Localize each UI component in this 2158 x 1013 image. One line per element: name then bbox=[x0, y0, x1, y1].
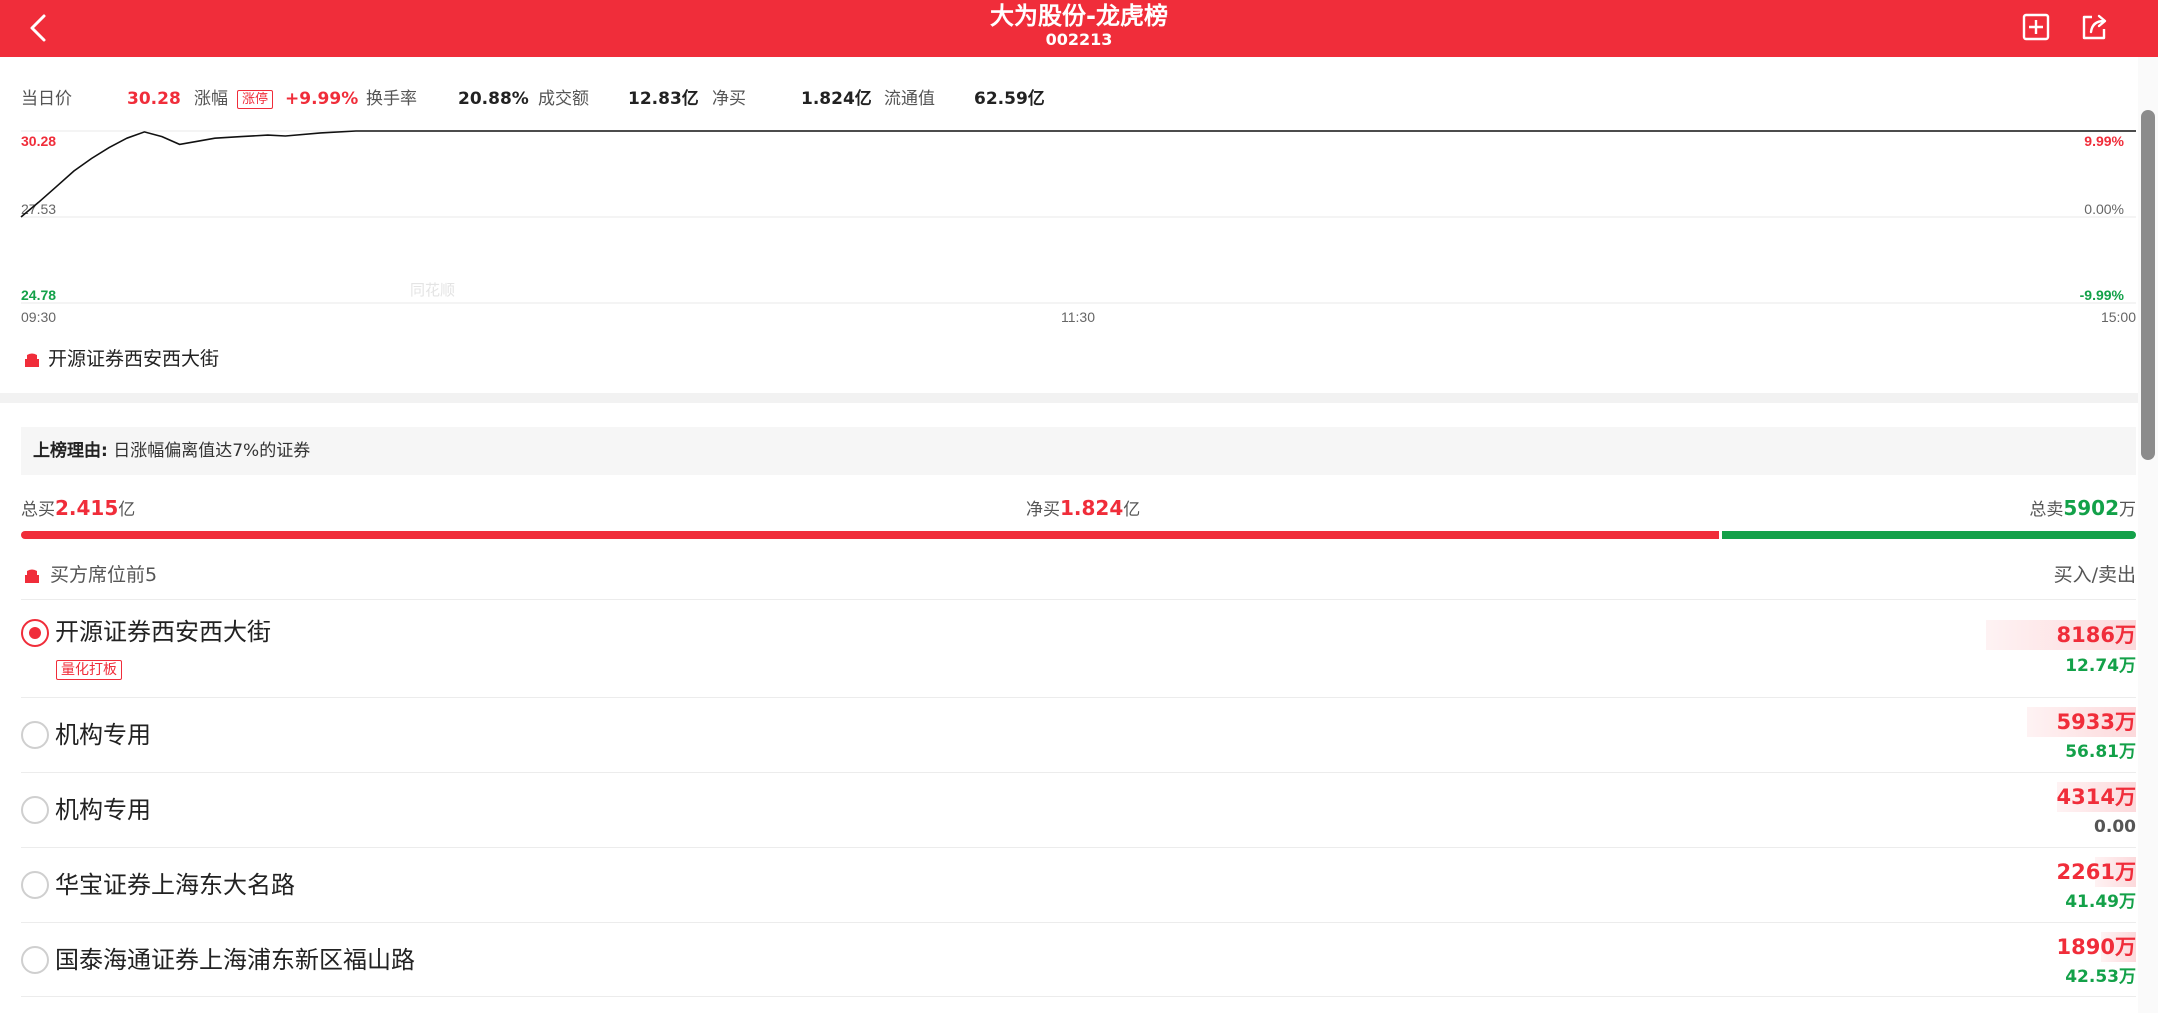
scrollbar-thumb[interactable] bbox=[2141, 110, 2155, 460]
price-line bbox=[20, 130, 2136, 218]
add-button[interactable] bbox=[2019, 10, 2053, 44]
sell-amount: 0.00 bbox=[2094, 817, 2136, 837]
broker-name: 华宝证券上海东大名路 bbox=[55, 871, 295, 899]
sell-amount: 41.49万 bbox=[2065, 892, 2136, 912]
price-label: 当日价 bbox=[21, 89, 72, 109]
total-buy-value: 2.415 bbox=[55, 496, 119, 520]
turnover-value: 20.88% bbox=[458, 89, 529, 109]
buy-amount: 4314万 bbox=[2056, 785, 2136, 809]
chart-watermark: 同花顺 bbox=[410, 282, 455, 299]
total-buy-unit: 亿 bbox=[118, 500, 136, 520]
buy-ratio-fill bbox=[21, 531, 1719, 539]
y-left-top: 30.28 bbox=[21, 133, 56, 149]
stock-code: 002213 bbox=[1045, 30, 1113, 49]
list-item[interactable]: 华宝证券上海东大名路 2261万 41.49万 bbox=[21, 847, 2136, 922]
share-button[interactable] bbox=[2077, 10, 2111, 44]
x-label-end: 15:00 bbox=[2101, 309, 2136, 325]
list-item[interactable]: 开源证券西安西大街 量化打板 8186万 12.74万 bbox=[21, 599, 2136, 697]
seat-icon bbox=[25, 569, 39, 583]
row-radio[interactable] bbox=[21, 721, 49, 749]
x-label-mid: 11:30 bbox=[1061, 309, 1095, 325]
float-cap-value: 62.59亿 bbox=[974, 89, 1045, 109]
buy-amount: 8186万 bbox=[2056, 623, 2136, 647]
page-title: 大为股份-龙虎榜 bbox=[990, 2, 1168, 30]
total-buy-label: 总买 bbox=[21, 500, 55, 520]
y-left-bottom: 24.78 bbox=[21, 287, 56, 303]
turnover-label: 换手率 bbox=[366, 89, 417, 109]
row-radio[interactable] bbox=[21, 619, 49, 647]
row-radio[interactable] bbox=[21, 871, 49, 899]
list-item[interactable]: 国泰海通证券上海浦东新区福山路 1890万 42.53万 bbox=[21, 922, 2136, 997]
net-buy-summary-value: 1.824 bbox=[1060, 496, 1124, 520]
list-item[interactable]: 机构专用 4314万 0.00 bbox=[21, 772, 2136, 847]
total-sell-value: 5902 bbox=[2063, 496, 2119, 520]
broker-tag-badge: 量化打板 bbox=[56, 660, 122, 680]
plus-square-icon bbox=[2022, 13, 2050, 41]
volume-value: 12.83亿 bbox=[628, 89, 699, 109]
change-value: +9.99% bbox=[285, 89, 359, 109]
y-right-bottom: -9.99% bbox=[2080, 287, 2125, 303]
sell-amount: 56.81万 bbox=[2065, 742, 2136, 762]
buy-amount: 2261万 bbox=[2056, 860, 2136, 884]
broker-name: 机构专用 bbox=[55, 721, 151, 749]
price-value: 30.28 bbox=[127, 89, 181, 109]
buy-sell-ratio-bar bbox=[21, 531, 2136, 539]
row-radio[interactable] bbox=[21, 796, 49, 824]
net-buy-value: 1.824亿 bbox=[801, 89, 872, 109]
buyer-list-title: 买方席位前5 bbox=[50, 564, 158, 586]
list-item[interactable]: 机构专用 5933万 56.81万 bbox=[21, 697, 2136, 772]
total-sell-unit: 万 bbox=[2119, 500, 2136, 520]
list-reason: 上榜理由: 日涨幅偏离值达7%的证券 bbox=[21, 427, 2136, 475]
y-right-mid: 0.00% bbox=[2084, 201, 2124, 217]
highlight-broker-name: 开源证券西安西大街 bbox=[48, 348, 220, 370]
highlight-broker[interactable]: 开源证券西安西大街 bbox=[22, 346, 219, 372]
reason-label: 上榜理由: bbox=[33, 441, 108, 461]
seat-icon bbox=[25, 353, 39, 367]
y-left-mid: 27.53 bbox=[21, 201, 56, 217]
net-buy-summary-label: 净买 bbox=[1026, 500, 1060, 520]
total-sell: 总卖5902万 bbox=[2029, 495, 2136, 523]
y-right-top: 9.99% bbox=[2084, 133, 2124, 149]
broker-name: 机构专用 bbox=[55, 796, 151, 824]
reason-text: 日涨幅偏离值达7%的证券 bbox=[113, 441, 311, 461]
top-bar: 大为股份-龙虎榜 002213 bbox=[0, 0, 2158, 57]
sell-amount: 12.74万 bbox=[2065, 656, 2136, 676]
section-divider bbox=[0, 393, 2138, 403]
row-radio[interactable] bbox=[21, 946, 49, 974]
buyer-list-header: 买方席位前5 买入/卖出 bbox=[22, 560, 2136, 590]
sell-amount: 42.53万 bbox=[2065, 967, 2136, 987]
limit-up-badge: 涨停 bbox=[237, 90, 274, 109]
net-buy-label: 净买 bbox=[712, 89, 746, 109]
broker-name: 国泰海通证券上海浦东新区福山路 bbox=[55, 946, 415, 974]
change-label: 涨幅 bbox=[194, 89, 228, 109]
buy-amount: 1890万 bbox=[2056, 935, 2136, 959]
net-buy-summary-unit: 亿 bbox=[1123, 500, 1141, 520]
net-buy: 净买1.824亿 bbox=[1026, 495, 1140, 523]
sell-ratio-fill bbox=[1722, 531, 2136, 539]
total-sell-label: 总卖 bbox=[2029, 500, 2064, 520]
broker-name: 开源证券西安西大街 bbox=[55, 618, 271, 646]
buy-amount: 5933万 bbox=[2056, 710, 2136, 734]
float-cap-label: 流通值 bbox=[884, 89, 935, 109]
volume-label: 成交额 bbox=[538, 89, 589, 109]
total-buy: 总买2.415亿 bbox=[21, 495, 135, 523]
intraday-chart[interactable]: 同花顺 30.28 27.53 24.78 9.99% 0.00% -9.99%… bbox=[0, 120, 2138, 330]
share-icon bbox=[2082, 14, 2107, 40]
buy-sell-column-label: 买入/卖出 bbox=[2053, 564, 2136, 586]
x-label-start: 09:30 bbox=[21, 309, 56, 325]
